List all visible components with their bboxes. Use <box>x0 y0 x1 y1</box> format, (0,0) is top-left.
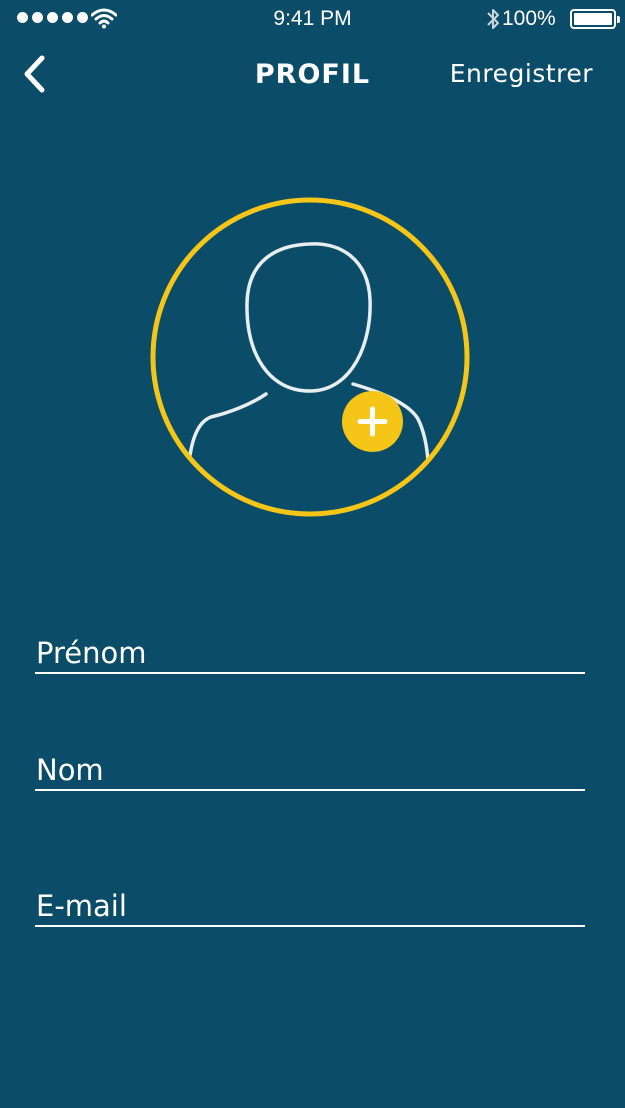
status-bar: 9:41 PM 100% <box>0 0 625 38</box>
profile-screen: 9:41 PM 100% PROFIL Enregistrer <box>0 0 625 1108</box>
email-field <box>35 889 585 927</box>
first-name-input[interactable] <box>35 636 585 674</box>
bluetooth-icon <box>487 9 499 29</box>
last-name-input[interactable] <box>35 753 585 791</box>
add-photo-button[interactable] <box>342 391 403 452</box>
avatar[interactable] <box>148 195 472 519</box>
battery-icon <box>570 9 620 29</box>
battery-percent: 100% <box>502 7 556 30</box>
email-input[interactable] <box>35 889 585 927</box>
plus-icon <box>357 406 388 437</box>
first-name-field <box>35 636 585 674</box>
last-name-field <box>35 753 585 791</box>
save-button[interactable]: Enregistrer <box>450 59 593 88</box>
user-silhouette-icon <box>150 197 470 517</box>
